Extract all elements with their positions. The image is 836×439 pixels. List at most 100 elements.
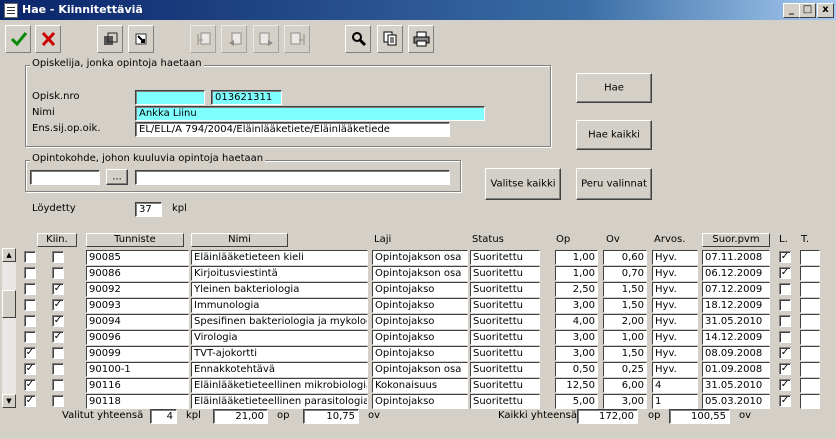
- minimize-button[interactable]: _: [783, 3, 800, 18]
- prev-record-button[interactable]: [221, 25, 247, 53]
- close-button[interactable]: x: [817, 3, 834, 18]
- search-button[interactable]: [345, 25, 371, 53]
- scroll-thumb[interactable]: [2, 290, 16, 318]
- nimi-cell[interactable]: Eläinlääketieteen kieli: [191, 250, 368, 265]
- op-cell[interactable]: 3,00: [555, 298, 598, 313]
- t-cell[interactable]: [800, 394, 820, 409]
- tunniste-cell[interactable]: 90096: [86, 330, 189, 345]
- print-button[interactable]: [408, 25, 434, 53]
- l-checkbox[interactable]: ✓: [779, 347, 791, 359]
- arvos-cell[interactable]: 1: [652, 394, 698, 409]
- date-cell[interactable]: 07.11.2008: [702, 250, 770, 265]
- tunniste-cell[interactable]: 90092: [86, 282, 189, 297]
- study-right-field[interactable]: EL/ELL/A 794/2004/Eläinlääketiete/Eläinl…: [135, 122, 450, 137]
- l-checkbox[interactable]: ✓: [779, 251, 791, 263]
- select-checkbox[interactable]: [24, 315, 36, 327]
- name-field[interactable]: Ankka Liinu: [135, 106, 485, 121]
- ov-cell[interactable]: 1,00: [603, 330, 647, 345]
- op-cell[interactable]: 12,50: [555, 378, 598, 393]
- arvos-cell[interactable]: Hyv.: [652, 314, 698, 329]
- nimi-cell[interactable]: Eläinlääketieteellinen parasitologia: [191, 394, 368, 409]
- kiin-checkbox[interactable]: ✓: [52, 331, 64, 343]
- kiin-checkbox[interactable]: ✓: [52, 283, 64, 295]
- t-cell[interactable]: [800, 346, 820, 361]
- ov-cell[interactable]: 3,00: [603, 394, 647, 409]
- select-checkbox[interactable]: ✓: [24, 395, 36, 407]
- nimi-cell[interactable]: Virologia: [191, 330, 368, 345]
- scroll-up-button[interactable]: ▲: [2, 248, 16, 262]
- ov-cell[interactable]: 2,00: [603, 314, 647, 329]
- t-cell[interactable]: [800, 282, 820, 297]
- laji-cell[interactable]: Opintojakso: [372, 394, 468, 409]
- l-checkbox[interactable]: ✓: [779, 379, 791, 391]
- column-suor-pvm-button[interactable]: Suor.pvm: [702, 233, 770, 247]
- goto-button[interactable]: [128, 25, 154, 53]
- l-checkbox[interactable]: [779, 299, 791, 311]
- status-cell[interactable]: Suoritettu: [470, 314, 540, 329]
- op-cell[interactable]: 3,00: [555, 346, 598, 361]
- date-cell[interactable]: 31.05.2010: [702, 378, 770, 393]
- l-checkbox[interactable]: ✓: [779, 395, 791, 407]
- tunniste-cell[interactable]: 90118: [86, 394, 189, 409]
- select-checkbox[interactable]: [24, 283, 36, 295]
- search-action-button[interactable]: Hae: [576, 73, 652, 103]
- status-cell[interactable]: Suoritettu: [470, 250, 540, 265]
- status-cell[interactable]: Suoritettu: [470, 282, 540, 297]
- t-cell[interactable]: [800, 362, 820, 377]
- select-checkbox[interactable]: ✓: [24, 363, 36, 375]
- op-cell[interactable]: 2,50: [555, 282, 598, 297]
- kiin-checkbox[interactable]: [52, 251, 64, 263]
- laji-cell[interactable]: Opintojakson osa: [372, 362, 468, 377]
- status-cell[interactable]: Suoritettu: [470, 394, 540, 409]
- accept-button[interactable]: [5, 25, 31, 53]
- laji-cell[interactable]: Opintojakson osa: [372, 250, 468, 265]
- date-cell[interactable]: 05.03.2010: [702, 394, 770, 409]
- cancel-selections-button[interactable]: Peru valinnat: [576, 168, 652, 200]
- laji-cell[interactable]: Opintojakso: [372, 346, 468, 361]
- laji-cell[interactable]: Opintojakso: [372, 298, 468, 313]
- tunniste-cell[interactable]: 90116: [86, 378, 189, 393]
- select-all-button[interactable]: Valitse kaikki: [485, 168, 561, 200]
- target-code-input[interactable]: [30, 170, 100, 185]
- ov-cell[interactable]: 0,60: [603, 250, 647, 265]
- op-cell[interactable]: 1,00: [555, 266, 598, 281]
- t-cell[interactable]: [800, 330, 820, 345]
- grid-scrollbar[interactable]: ▲ ▼: [2, 248, 16, 408]
- nimi-cell[interactable]: Kirjoitusviestintä: [191, 266, 368, 281]
- first-record-button[interactable]: [190, 25, 216, 53]
- date-cell[interactable]: 01.09.2008: [702, 362, 770, 377]
- kiin-checkbox[interactable]: ✓: [52, 299, 64, 311]
- tunniste-cell[interactable]: 90099: [86, 346, 189, 361]
- date-cell[interactable]: 18.12.2009: [702, 298, 770, 313]
- laji-cell[interactable]: Opintojakso: [372, 314, 468, 329]
- copy-button[interactable]: [377, 25, 403, 53]
- tunniste-cell[interactable]: 90093: [86, 298, 189, 313]
- op-cell[interactable]: 1,00: [555, 250, 598, 265]
- maximize-button[interactable]: □: [799, 3, 816, 18]
- arvos-cell[interactable]: Hyv.: [652, 298, 698, 313]
- student-number-input[interactable]: [135, 90, 205, 105]
- next-record-button[interactable]: [253, 25, 279, 53]
- nimi-cell[interactable]: Eläinlääketieteellinen mikrobiologia ja: [191, 378, 368, 393]
- ov-cell[interactable]: 6,00: [603, 378, 647, 393]
- tunniste-cell[interactable]: 90094: [86, 314, 189, 329]
- arvos-cell[interactable]: Hyv.: [652, 250, 698, 265]
- kiin-checkbox[interactable]: [52, 379, 64, 391]
- select-checkbox[interactable]: [24, 331, 36, 343]
- t-cell[interactable]: [800, 266, 820, 281]
- kiin-checkbox[interactable]: ✓: [52, 315, 64, 327]
- scroll-down-button[interactable]: ▼: [2, 394, 16, 408]
- op-cell[interactable]: 0,50: [555, 362, 598, 377]
- target-name-input[interactable]: [135, 170, 450, 185]
- date-cell[interactable]: 31.05.2010: [702, 314, 770, 329]
- kiin-checkbox[interactable]: [52, 267, 64, 279]
- student-number-field[interactable]: 013621311: [211, 90, 282, 105]
- t-cell[interactable]: [800, 250, 820, 265]
- l-checkbox[interactable]: ✓: [779, 363, 791, 375]
- arvos-cell[interactable]: Hyv.: [652, 282, 698, 297]
- ov-cell[interactable]: 0,70: [603, 266, 647, 281]
- t-cell[interactable]: [800, 298, 820, 313]
- arvos-cell[interactable]: Hyv.: [652, 346, 698, 361]
- select-checkbox[interactable]: [24, 251, 36, 263]
- nimi-cell[interactable]: Ennakkotehtävä: [191, 362, 368, 377]
